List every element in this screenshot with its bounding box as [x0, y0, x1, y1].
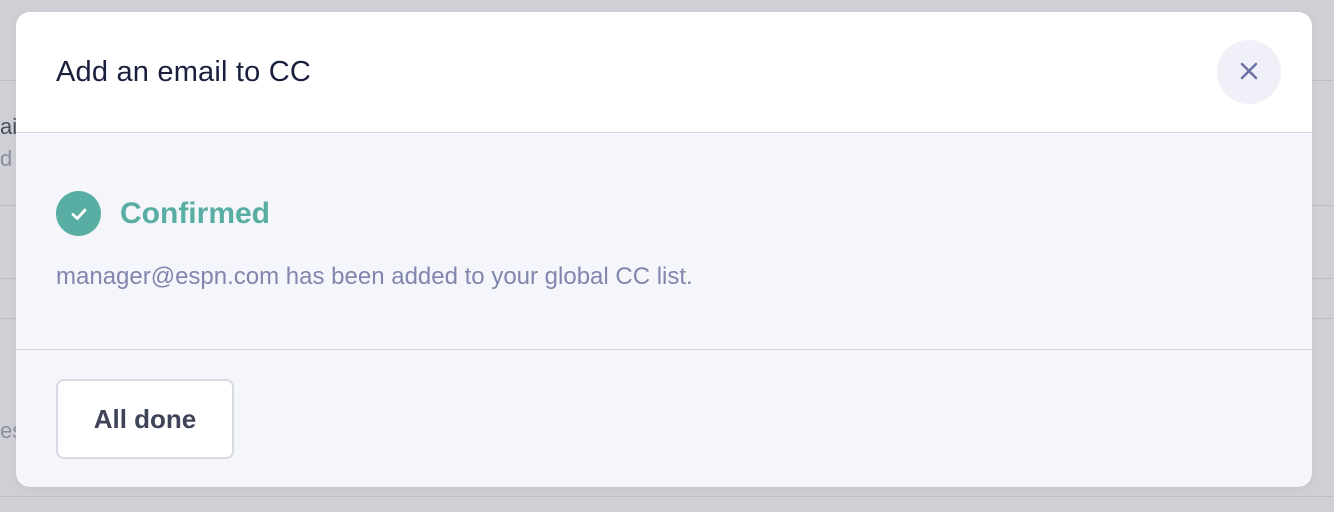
modal-title: Add an email to CC: [56, 55, 312, 88]
cc-email-modal: Add an email to CC Confirmed manager@esp…: [16, 12, 1312, 487]
close-icon: [1239, 61, 1259, 84]
status-row: Confirmed: [56, 191, 1272, 236]
confirmation-message: manager@espn.com has been added to your …: [56, 263, 693, 290]
background-text: d: [0, 146, 13, 171]
all-done-button[interactable]: All done: [56, 379, 234, 459]
close-button[interactable]: [1217, 40, 1281, 104]
status-label: Confirmed: [120, 196, 270, 230]
modal-body: Confirmed manager@espn.com has been adde…: [16, 133, 1312, 350]
background-divider: [0, 496, 1334, 497]
modal-footer: All done: [16, 350, 1312, 459]
modal-header: Add an email to CC: [16, 12, 1312, 133]
check-circle-icon: [56, 191, 101, 236]
